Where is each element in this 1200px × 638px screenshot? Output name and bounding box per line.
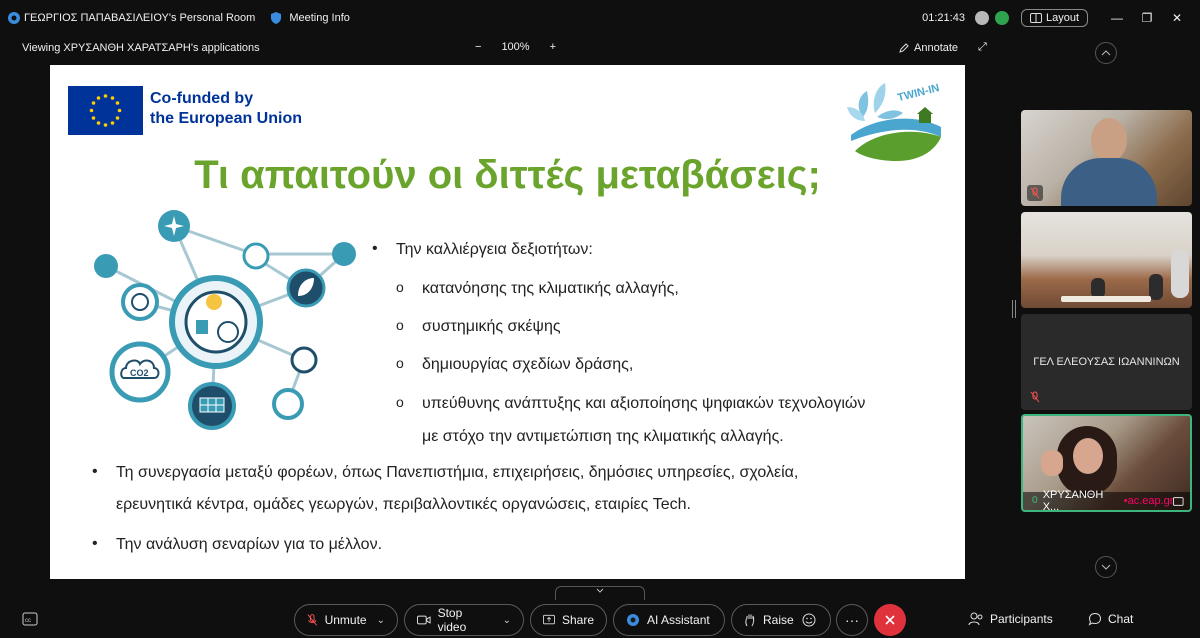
layout-label: Layout <box>1045 12 1079 24</box>
raise-hand-icon <box>745 614 755 627</box>
bullet-collaboration-line-1: Τη συνεργασία μεταξύ φορέων, όπως Πανεπι… <box>92 463 798 482</box>
zoom-control: − 100% + <box>465 41 566 53</box>
panel-resize-handle[interactable] <box>1012 300 1016 318</box>
sub-bullet-2: συστημικής σκέψης <box>396 317 560 336</box>
layout-button[interactable]: Layout <box>1020 9 1088 27</box>
room-title: ΓΕΩΡΓΙΟΣ ΠΑΠΑΒΑΣΙΛΕΙΟΥ's Personal Room <box>24 12 256 24</box>
ai-assistant-button[interactable]: AI Assistant <box>613 604 725 636</box>
video-camera-icon <box>417 615 431 625</box>
speaker-face <box>1073 438 1103 474</box>
chat-button[interactable]: Chat <box>1088 612 1133 626</box>
zoom-level: 100% <box>501 41 530 53</box>
mic-on-icon <box>1032 496 1038 503</box>
unmute-label: Unmute <box>324 613 367 627</box>
close-icon <box>885 615 895 625</box>
shared-slide: Co-funded by the European Union TWIN-IN … <box>50 65 965 579</box>
recording-indicator-icon <box>974 11 989 25</box>
reactions-icon[interactable] <box>802 613 816 627</box>
minimize-icon[interactable]: — <box>1102 11 1132 25</box>
participant-face <box>1091 118 1127 162</box>
muted-mic-icon <box>307 614 318 626</box>
restore-icon[interactable]: ❐ <box>1132 11 1162 25</box>
classroom-student-1 <box>1171 250 1189 298</box>
share-screen-icon <box>543 614 555 625</box>
chevron-down-icon[interactable]: ⌄ <box>503 615 511 626</box>
chevron-down-icon <box>596 588 604 593</box>
unmute-button[interactable]: Unmute ⌄ <box>294 604 398 636</box>
meeting-info-label: Meeting Info <box>289 12 350 24</box>
muted-mic-icon <box>1027 389 1043 405</box>
ai-assistant-icon <box>627 614 639 626</box>
share-label: Share <box>561 613 594 627</box>
close-icon[interactable]: ✕ <box>1162 11 1192 25</box>
tray-collapse-handle[interactable] <box>555 586 645 600</box>
stop-video-label: Stop video <box>437 606 467 634</box>
sub-bullet-4-line-1: υπεύθυνης ανάπτυξης και αξιοποίησης ψηφι… <box>396 394 865 413</box>
scroll-up-button[interactable] <box>1095 42 1117 64</box>
ai-assistant-label: AI Assistant <box>647 613 710 627</box>
stop-video-button[interactable]: Stop video ⌄ <box>404 604 524 636</box>
bullet-skills: Την καλλιέργεια δεξιοτήτων: <box>372 240 593 259</box>
viewing-bar: Viewing ΧΡΥΣΑΝΘΗ ΧΑΡΑΤΣΑΡΗ's application… <box>0 36 1200 64</box>
meeting-toolbar: cc Unmute ⌄ Stop video ⌄ Share AI Assist… <box>0 600 1200 638</box>
title-bar: ΓΕΩΡΓΙΟΣ ΠΑΠΑΒΑΣΙΛΕΙΟΥ's Personal Room M… <box>0 0 1200 36</box>
viewing-label: Viewing ΧΡΥΣΑΝΘΗ ΧΑΡΑΤΣΑΡΗ's application… <box>22 42 260 54</box>
speaker-domain: •ac.eap.gr <box>1123 495 1174 507</box>
sub-bullet-1: κατανόησης της κλιματικής αλλαγής, <box>396 279 679 298</box>
shield-icon <box>271 12 282 24</box>
participant-body <box>1061 158 1157 206</box>
participant-tile-3[interactable]: ΓΕΛ ΕΛΕΟΥΣΑΣ ΙΩΑΝΝΙΝΩΝ <box>1021 314 1192 410</box>
speaker-name: ΧΡΥΣΑΝΘΗ Χ... <box>1042 489 1104 512</box>
raise-label: Raise <box>763 613 794 627</box>
captions-icon[interactable]: cc <box>22 612 38 626</box>
leave-meeting-button[interactable] <box>874 604 906 636</box>
annotate-label: Annotate <box>914 42 959 54</box>
bullet-collaboration-line-2: ερευνητικά κέντρα, ομάδες γεωργών, περιβ… <box>116 496 691 513</box>
sub-bullet-3: δημιουργίας σχεδίων δράσης, <box>396 355 633 374</box>
classroom-student-2 <box>1149 274 1163 300</box>
slide-bullets: Την καλλιέργεια δεξιοτήτων: κατανόησης τ… <box>50 65 965 579</box>
chevron-down-icon[interactable]: ⌄ <box>377 615 385 626</box>
participant-name-3: ΓΕΛ ΕΛΕΟΥΣΑΣ ΙΩΑΝΝΙΝΩΝ <box>1033 356 1180 368</box>
more-options-label: ··· <box>845 612 859 628</box>
sub-bullet-4-line-2: με στόχο την αντιμετώπιση της κλιματικής… <box>422 428 784 445</box>
screen-share-indicator-icon <box>1173 496 1184 506</box>
chevron-down-icon <box>1101 564 1111 570</box>
fullscreen-icon[interactable]: ⤢ <box>978 41 987 54</box>
speaker-name-bar: ΧΡΥΣΑΝΘΗ Χ... •ac.eap.gr <box>1023 489 1190 512</box>
chat-icon <box>1088 612 1102 626</box>
audio-indicator-icon <box>994 11 1009 25</box>
pen-icon <box>899 43 909 53</box>
zoom-in-button[interactable]: + <box>550 41 556 53</box>
classroom-table <box>1061 296 1151 302</box>
layout-icon <box>1029 13 1042 23</box>
classroom-student-3 <box>1091 278 1105 298</box>
participants-label: Participants <box>990 612 1053 626</box>
share-button[interactable]: Share <box>530 604 607 636</box>
raise-hand-button[interactable]: Raise <box>731 604 831 636</box>
annotate-button[interactable]: Annotate <box>898 42 958 54</box>
more-options-button[interactable]: ··· <box>836 604 868 636</box>
participants-icon <box>968 612 983 626</box>
zoom-out-button[interactable]: − <box>475 41 481 53</box>
participant-video-tile-2[interactable] <box>1021 212 1192 308</box>
svg-text:cc: cc <box>25 618 31 624</box>
active-speaker-tile[interactable]: ΧΡΥΣΑΝΘΗ Χ... •ac.eap.gr <box>1021 414 1192 512</box>
participants-button[interactable]: Participants <box>968 612 1053 626</box>
chevron-up-icon <box>1101 50 1111 56</box>
meeting-info-button[interactable]: Meeting Info <box>269 11 350 25</box>
muted-mic-icon <box>1027 185 1043 201</box>
scroll-down-button[interactable] <box>1095 556 1117 578</box>
webex-logo-icon <box>8 12 20 24</box>
participant-video-tile-1[interactable] <box>1021 110 1192 206</box>
meeting-timer: 01:21:43 <box>922 12 965 24</box>
bullet-scenarios: Την ανάλυση σεναρίων για το μέλλον. <box>92 535 382 554</box>
speaker-hand <box>1041 450 1063 476</box>
chat-label: Chat <box>1108 612 1134 626</box>
